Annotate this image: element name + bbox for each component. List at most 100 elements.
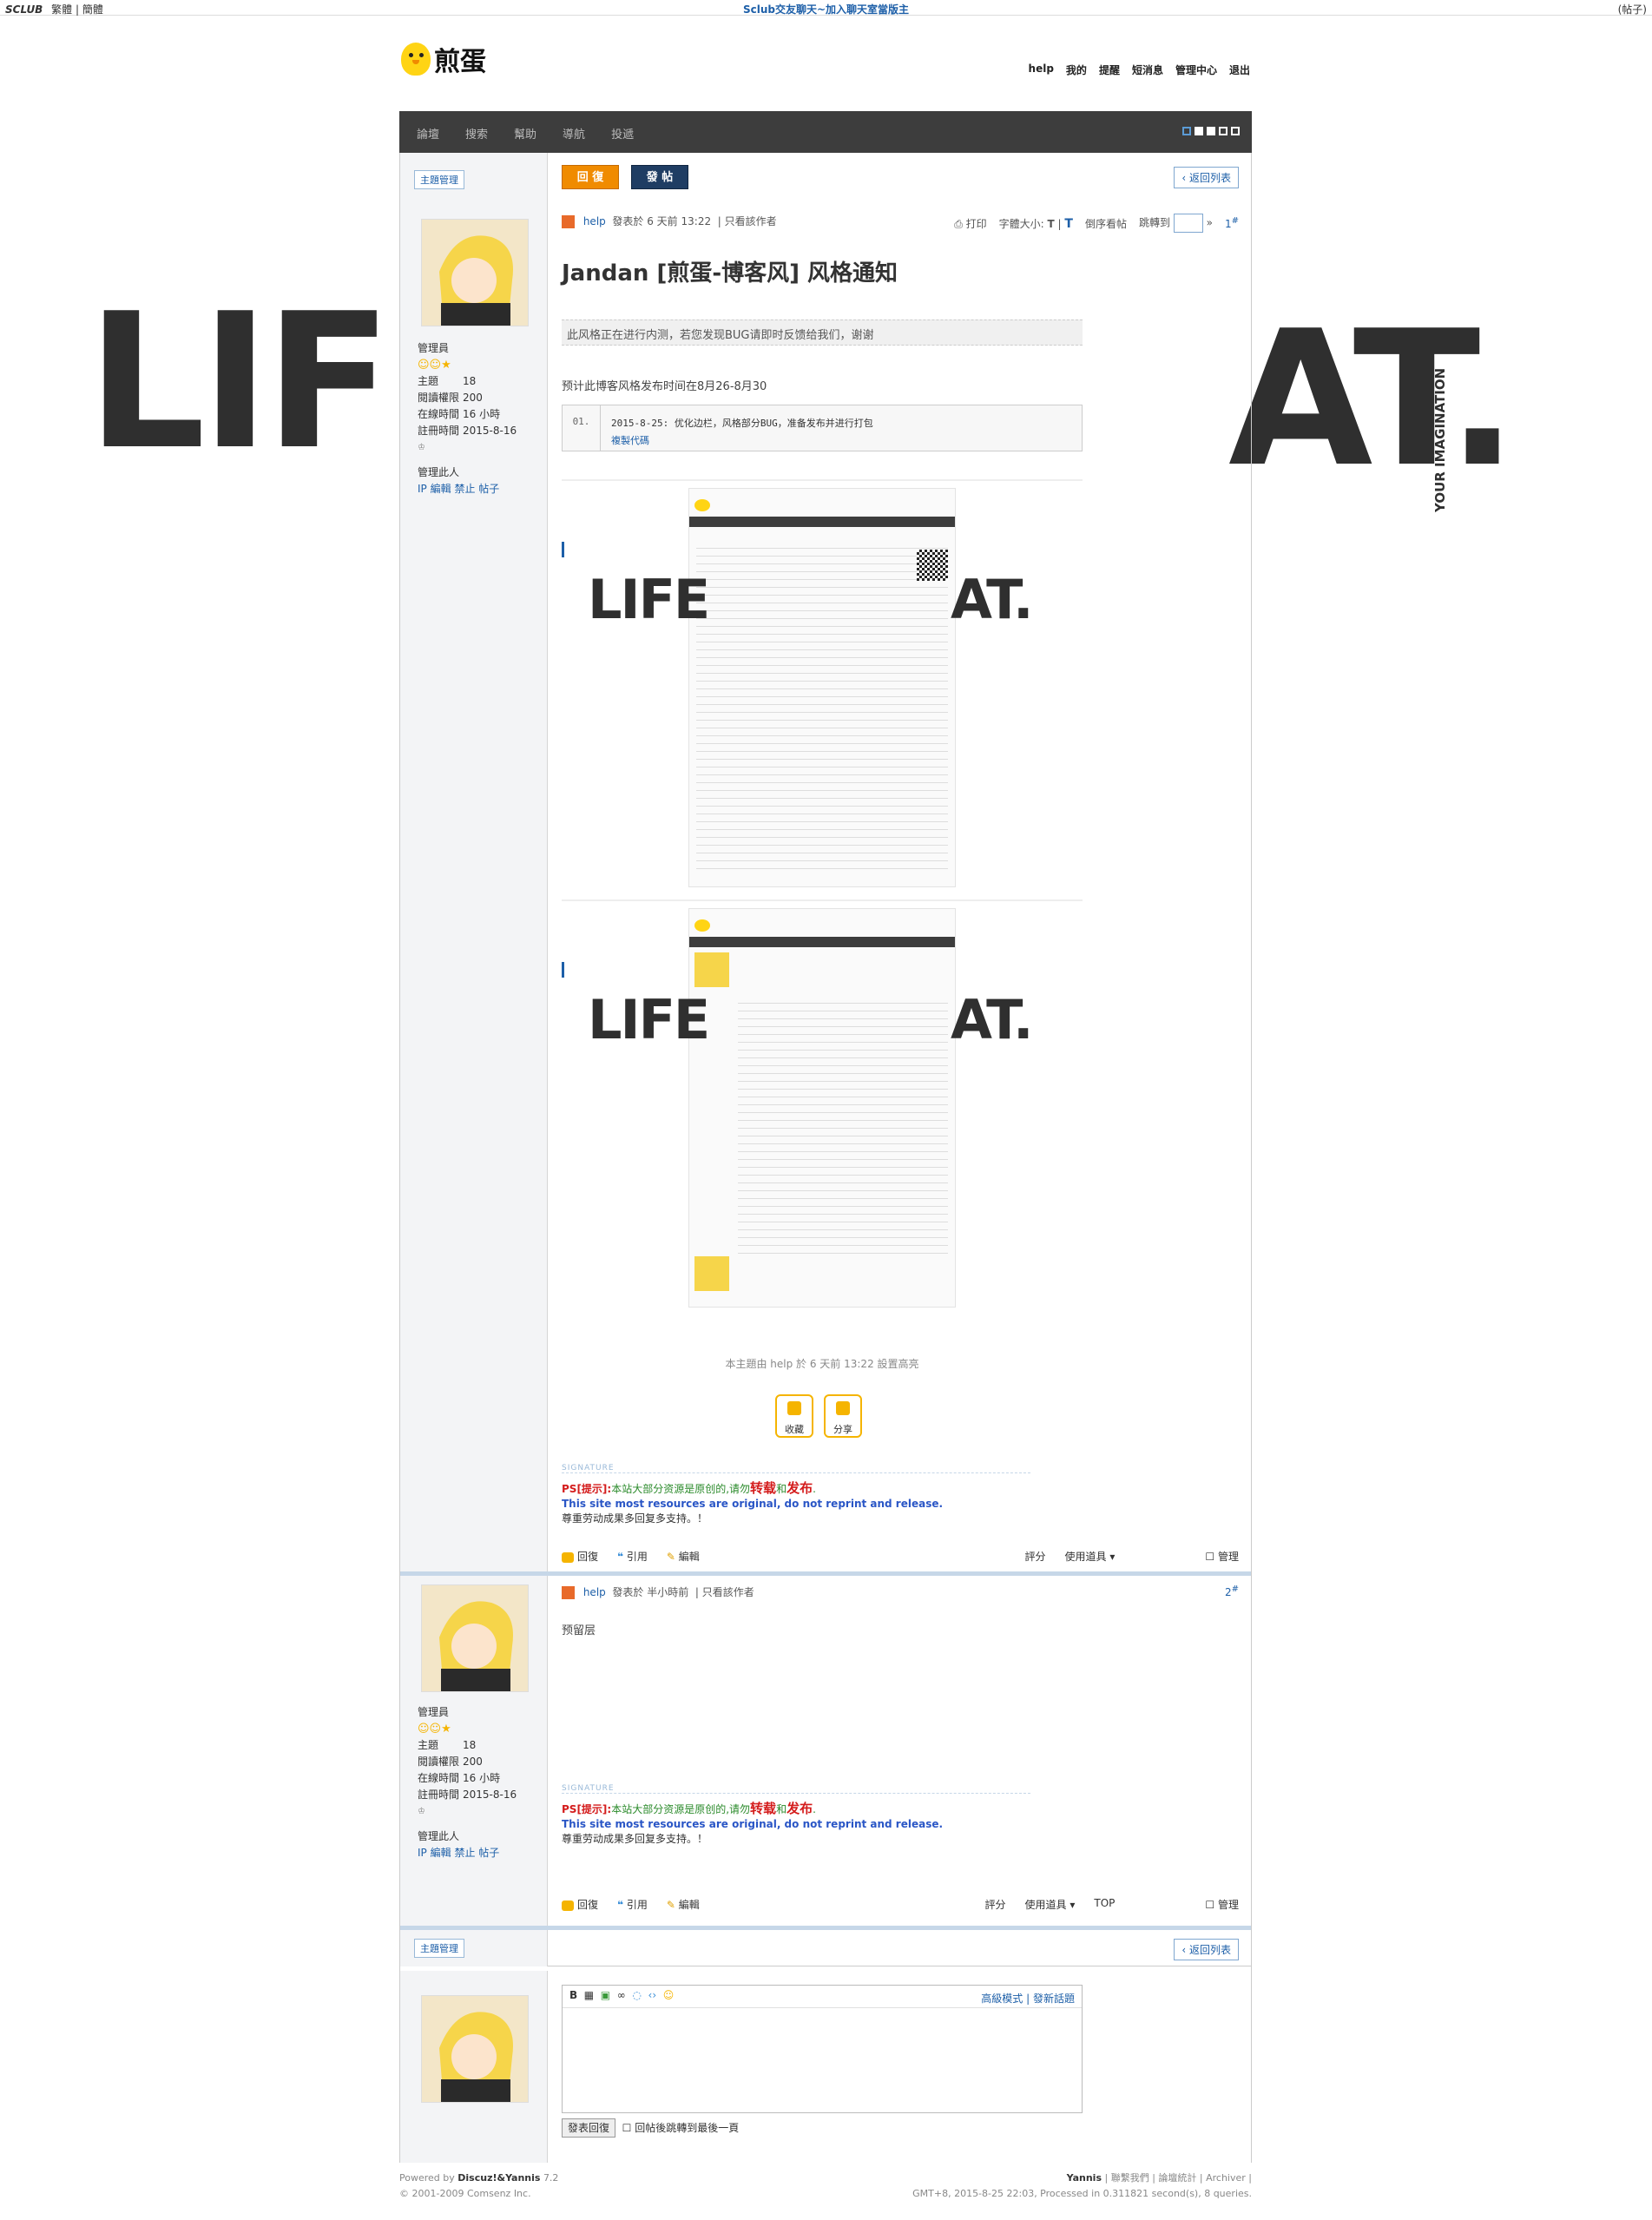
post-reply-button[interactable]: 回復 [562,1549,598,1564]
footer-link[interactable]: 聯繫我們 [1111,2172,1149,2184]
style-square-icon[interactable] [1195,127,1203,135]
footer-info: GMT+8, 2015-8-25 22:03, Processed in 0.3… [912,2188,1252,2199]
footer-link[interactable]: Archiver [1206,2172,1246,2184]
image-icon[interactable]: ▣ [601,1989,610,2001]
admin-link-posts[interactable]: 帖子 [478,1847,499,1859]
topic-manage-button[interactable]: 主題管理 [414,170,464,189]
usernav-notify[interactable]: 提醒 [1099,63,1120,77]
usernav-admin[interactable]: 管理中心 [1175,63,1217,77]
admin-link-posts[interactable]: 帖子 [478,483,499,495]
admin-link-edit[interactable]: 編輯 [431,1847,451,1859]
admin-link-ban[interactable]: 禁止 [454,483,475,495]
code-icon[interactable]: ‹› [648,1989,657,2001]
smiley-icon[interactable]: ☺ [663,1989,675,2001]
style-square-icon[interactable] [1231,127,1240,135]
nav-guide[interactable]: 導航 [563,125,585,142]
table-icon[interactable]: ▦ [584,1989,594,2001]
user-rank-icon: ☺☺★ [418,1723,451,1736]
manage-checkbox[interactable]: ☐ 管理 [1205,1897,1239,1912]
attachment-marker [562,542,564,557]
watermark-left: LIFE [588,988,710,1051]
top-link[interactable]: TOP [1094,1897,1115,1912]
avatar[interactable] [421,219,529,326]
new-post-button[interactable]: 發 帖 [631,165,688,189]
post-author[interactable]: help [583,215,606,227]
footer-brand[interactable]: Discuz!&Yannis [457,2172,540,2184]
floor-number[interactable]: 2# [1225,1584,1239,1598]
nav-search[interactable]: 搜索 [465,125,488,142]
only-author-link[interactable]: 只看該作者 [725,215,777,227]
footer-link[interactable]: Yannis [1067,2172,1102,2184]
goto-floor-input[interactable] [1173,214,1203,233]
tools-dropdown[interactable]: 使用道具 ▾ [1025,1897,1076,1912]
font-big-button[interactable]: T [1064,217,1073,231]
admin-link-ban[interactable]: 禁止 [454,1847,475,1859]
back-to-list-button[interactable]: ‹ 返回列表 [1174,1939,1239,1960]
print-button[interactable]: ⎙ 打印 [954,216,986,231]
attachment-preview [688,908,956,1308]
goto-last-checkbox[interactable]: ☐ 回帖後跳轉到最後一頁 [622,2122,740,2134]
quick-reply-editor[interactable]: B ▦ ▣ ∞ ◌ ‹› ☺ 高級模式 | 發新話題 [562,1985,1083,2113]
nav-forum[interactable]: 論壇 [417,125,439,142]
user-info: 管理員 ☺☺★ 主題 18 閱讀權限 200 在線時間 16 小時 註冊時間 2015-… [418,1706,517,1859]
style-square-icon[interactable] [1182,127,1191,135]
signature-head: SIGNATURE [562,1464,1030,1473]
nav-submit[interactable]: 投遞 [611,125,634,142]
nav-help[interactable]: 幫助 [514,125,536,142]
favorite-button[interactable]: 收藏 [775,1394,813,1438]
style-square-icon[interactable] [1219,127,1227,135]
manage-checkbox[interactable]: ☐ 管理 [1205,1549,1239,1564]
attachment-image-1[interactable]: LIFE AT. [562,479,1083,896]
usernav-pm[interactable]: 短消息 [1132,63,1163,77]
admin-link-ip[interactable]: IP [418,1847,427,1859]
admin-link-edit[interactable]: 編輯 [431,483,451,495]
new-topic-link[interactable]: 發新話題 [1033,1993,1075,2005]
post-edit-button[interactable]: ✎ 編輯 [667,1549,700,1564]
rate-button[interactable]: 評分 [1025,1549,1046,1564]
usernav-help[interactable]: help [1029,63,1054,77]
watermark-left: LIFE [588,568,710,631]
attachment-image-2[interactable]: LIFE AT. [562,899,1083,1316]
back-to-list-button[interactable]: ‹ 返回列表 [1174,167,1239,188]
post-edit-button[interactable]: ✎ 編輯 [667,1897,700,1912]
pencil-icon: ✎ [666,1551,675,1563]
reply-icon [562,1900,574,1911]
code-block: 01. 2015-8-25: 优化边栏，风格部分BUG，准备发布并进行打包 複製… [562,405,1083,451]
topbar-right-link[interactable]: (帖子) [1618,3,1647,16]
footer-link[interactable]: 論壇統計 [1158,2172,1196,2184]
copy-code-link[interactable]: 複製代碼 [611,433,649,447]
post1-actions: 回復 ❝ 引用 ✎ 編輯 評分 使用道具 ▾ ☐ 管理 [562,1549,1239,1564]
printer-icon: ⎙ [954,217,963,230]
only-author-link[interactable]: 只看該作者 [702,1586,754,1598]
font-small-button[interactable]: T [1048,218,1055,230]
rate-button[interactable]: 評分 [985,1897,1006,1912]
advanced-mode-link[interactable]: 高級模式 [981,1993,1023,2005]
tools-dropdown[interactable]: 使用道具 ▾ [1065,1549,1116,1564]
post-reply-button[interactable]: 回復 [562,1897,598,1912]
post-quote-button[interactable]: ❝ 引用 [617,1549,648,1564]
reverse-order-link[interactable]: 倒序看帖 [1085,216,1127,231]
share-button[interactable]: 分享 [824,1394,862,1438]
link-icon[interactable]: ∞ [617,1989,626,2001]
user-group: 管理員 [418,1706,450,1718]
floor-number[interactable]: 1# [1225,216,1239,230]
usernav-mine[interactable]: 我的 [1066,63,1087,77]
usernav-logout[interactable]: 退出 [1229,63,1250,77]
reply-button[interactable]: 回 復 [562,165,619,189]
topic-manage-button[interactable]: 主題管理 [414,1939,464,1958]
post2-content: help 發表於 半小時前 | 只看該作者 2# 预留层 SIGNATURE P… [550,1576,1251,1926]
bottom-toolbar: 主題管理 ‹ 返回列表 [400,1930,1251,1966]
admin-link-ip[interactable]: IP [418,483,427,495]
post2-meta: help 發表於 半小時前 | 只看該作者 2# [562,1584,1239,1599]
bold-icon[interactable]: B [569,1989,577,2001]
style-square-icon[interactable] [1207,127,1215,135]
avatar[interactable] [421,1584,529,1692]
post-quote-button[interactable]: ❝ 引用 [617,1897,648,1912]
thread-title: Jandan [煎蛋-博客风] 风格通知 [562,260,898,287]
post-author[interactable]: help [583,1586,606,1598]
quote-icon[interactable]: ◌ [632,1989,641,2001]
submit-reply-button[interactable]: 發表回復 [562,2118,616,2138]
reply-icon [562,1551,574,1563]
manage-user-label: 管理此人 [418,1830,460,1842]
site-logo[interactable]: 煎蛋 [401,40,486,78]
